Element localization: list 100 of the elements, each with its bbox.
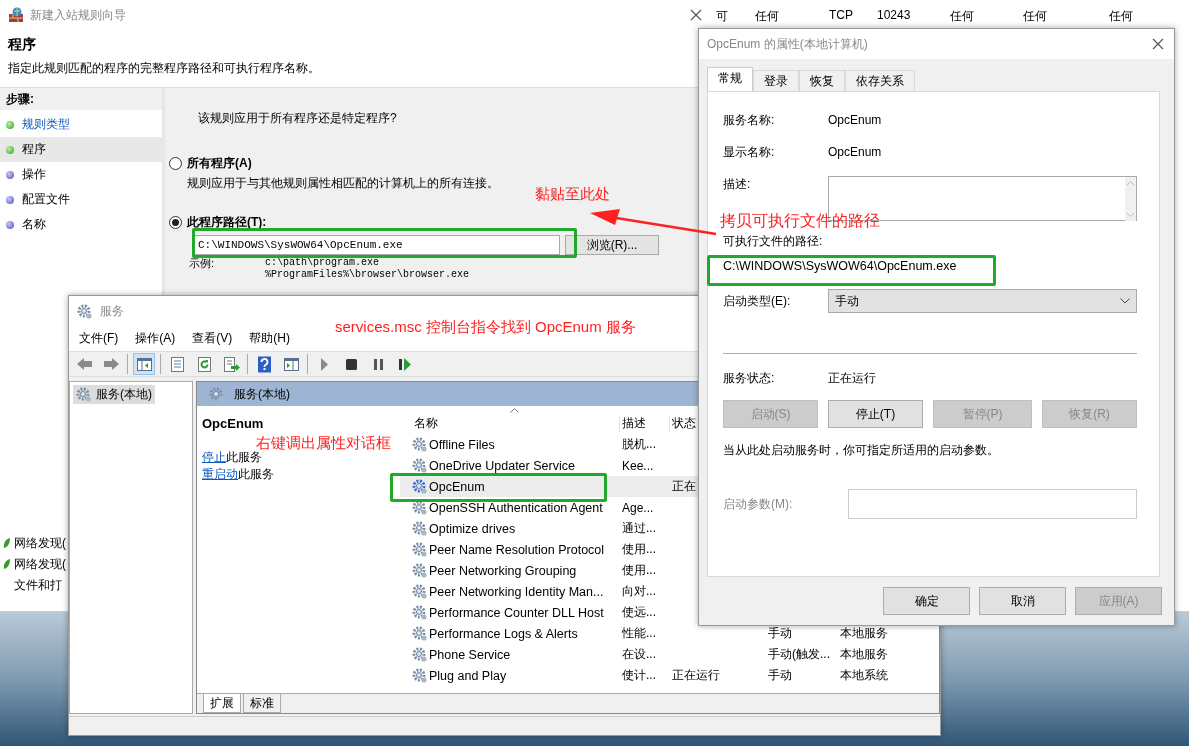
window-title: 新建入站规则向导 xyxy=(30,6,126,24)
table-cell-text: 正在 xyxy=(671,478,697,495)
steps-heading: 步骤: xyxy=(0,88,162,110)
table-cell: Optimize drives xyxy=(429,521,516,536)
panel-view-icon[interactable] xyxy=(282,355,300,373)
start-parameters-field[interactable] xyxy=(848,489,1137,519)
menu-item[interactable]: 操作(A) xyxy=(135,330,176,347)
tab[interactable]: 登录 xyxy=(753,70,799,91)
table-cell-text: 任何 xyxy=(1023,8,1048,25)
forward-arrow-icon[interactable] xyxy=(102,355,120,373)
table-cell-text: 使用... xyxy=(621,562,657,579)
chevron-down-icon xyxy=(1120,298,1130,304)
table-cell-text: Kee... xyxy=(621,458,655,473)
field-value: OpcEnum xyxy=(828,113,882,127)
tree-pane-icon[interactable] xyxy=(135,355,153,373)
view-tab[interactable]: 扩展 xyxy=(203,694,241,713)
step-item[interactable]: 操作 xyxy=(0,162,164,187)
gear-icon xyxy=(412,479,427,494)
hint-text: 当从此处启动服务时，你可指定所适用的启动参数。 xyxy=(723,442,1000,459)
gear-icon xyxy=(412,668,427,683)
field-value: OpcEnum xyxy=(828,145,882,159)
step-item[interactable]: 程序 xyxy=(0,137,164,162)
question-text: 该规则应用于所有程序还是特定程序? xyxy=(198,110,398,127)
service-row[interactable]: Phone Service 在设... 手动(触发... 本地服务 xyxy=(400,644,939,665)
table-cell-text: 性能... xyxy=(621,625,657,642)
annotation-text: 右键调出属性对话框 xyxy=(256,434,391,451)
step-item[interactable]: 规则类型 xyxy=(0,112,164,137)
radio-button[interactable] xyxy=(169,157,182,170)
close-icon[interactable] xyxy=(690,9,702,21)
dialog-button[interactable]: 取消 xyxy=(979,587,1066,615)
action-text: 停止此服务 xyxy=(202,450,263,466)
table-cell: Peer Name Resolution Protocol xyxy=(429,542,605,557)
menu-item[interactable]: 文件(F) xyxy=(79,330,119,347)
help-icon[interactable] xyxy=(255,355,273,373)
close-icon[interactable] xyxy=(1152,38,1164,50)
table-cell-text: 在设... xyxy=(621,646,657,663)
list-item[interactable]: 文件和打 xyxy=(14,576,62,594)
table-cell-text: 手动 xyxy=(768,667,793,684)
field-label: 显示名称: xyxy=(723,143,776,161)
tab[interactable]: 依存关系 xyxy=(845,70,915,91)
service-row[interactable]: Plug and Play 使计... 正在运行 手动 本地系统 xyxy=(400,665,939,686)
firewall-icon xyxy=(8,7,24,23)
service-row[interactable]: Performance Logs & Alerts 性能... 手动 本地服务 xyxy=(400,623,939,644)
table-cell-text: 脱机... xyxy=(621,436,657,453)
action-link[interactable]: 停止 xyxy=(202,450,226,464)
tab[interactable]: 恢复 xyxy=(799,70,845,91)
gear-icon xyxy=(76,387,91,402)
gear-icon xyxy=(412,563,427,578)
example-label: 示例: xyxy=(189,257,216,271)
table-cell-text: 本地服务 xyxy=(840,625,889,642)
annotation-text: 黏贴至此处 xyxy=(535,185,610,204)
dialog-button[interactable]: 确定 xyxy=(883,587,970,615)
field-label: 启动类型(E): xyxy=(723,292,792,310)
column-header[interactable]: 描述 xyxy=(620,414,670,432)
table-cell: Performance Counter DLL Host xyxy=(429,605,604,620)
option-label: 此程序路径(T): xyxy=(187,214,267,231)
view-tab[interactable]: 标准 xyxy=(243,694,281,713)
resume-icon[interactable] xyxy=(396,355,414,373)
startup-type-dropdown[interactable]: 手动 xyxy=(828,289,1137,313)
action-link[interactable]: 重启动 xyxy=(202,467,238,481)
list-item[interactable]: 网络发现( xyxy=(14,534,66,552)
table-cell-text: 任何 xyxy=(950,8,975,25)
export-list-icon[interactable] xyxy=(222,355,240,373)
table-cell: Peer Networking Grouping xyxy=(429,563,577,578)
page-heading: 程序 xyxy=(8,36,37,54)
annotation-text: 拷贝可执行文件的路径 xyxy=(720,211,880,231)
field-label: 可执行文件的路径: xyxy=(723,233,824,250)
column-header[interactable]: 名称 xyxy=(400,414,620,432)
table-cell: 任何 xyxy=(1109,8,1133,25)
back-arrow-icon[interactable] xyxy=(75,355,93,373)
refresh-icon[interactable] xyxy=(195,355,213,373)
table-cell-text: 任何 xyxy=(755,8,780,25)
field-label: 描述: xyxy=(723,176,752,193)
tree-item[interactable]: 服务(本地) xyxy=(73,385,155,404)
table-cell-text: 手动(触发... xyxy=(768,646,831,663)
gear-icon xyxy=(412,647,427,662)
scrollbar-drawing xyxy=(1125,177,1136,221)
window-title: 服务 xyxy=(100,302,124,320)
menu-item[interactable]: 帮助(H) xyxy=(249,330,290,347)
table-cell: OneDrive Updater Service xyxy=(429,458,575,473)
step-item[interactable]: 配置文件 xyxy=(0,187,164,212)
step-item[interactable]: 名称 xyxy=(0,212,164,237)
tab[interactable]: 常规 xyxy=(707,67,753,91)
option-description: 规则应用于与其他规则属性相匹配的计算机上的所有连接。 xyxy=(187,175,500,192)
field-label: 启动参数(M): xyxy=(723,495,794,513)
browse-button[interactable]: 浏览(R)... xyxy=(565,235,659,255)
gear-icon xyxy=(412,584,427,599)
service-control-button[interactable]: 停止(T) xyxy=(828,400,923,428)
gear-icon xyxy=(209,386,224,402)
path-value: C:\WINDOWS\SysWOW64\OpcEnum.exe xyxy=(723,259,958,273)
path-input-field[interactable]: C:\WINDOWS\SysWOW64\OpcEnum.exe xyxy=(194,235,560,255)
field-label: 服务名称: xyxy=(723,111,776,129)
table-cell-text: 向对... xyxy=(621,583,657,600)
list-view-icon[interactable] xyxy=(168,355,186,373)
table-cell-text: 正在运行 xyxy=(671,667,721,684)
radio-button[interactable] xyxy=(169,216,182,229)
list-item[interactable]: 网络发现( xyxy=(14,555,66,573)
menu-item[interactable]: 查看(V) xyxy=(192,330,233,347)
table-cell: OpcEnum xyxy=(429,479,485,494)
service-name: OpcEnum xyxy=(202,416,265,431)
